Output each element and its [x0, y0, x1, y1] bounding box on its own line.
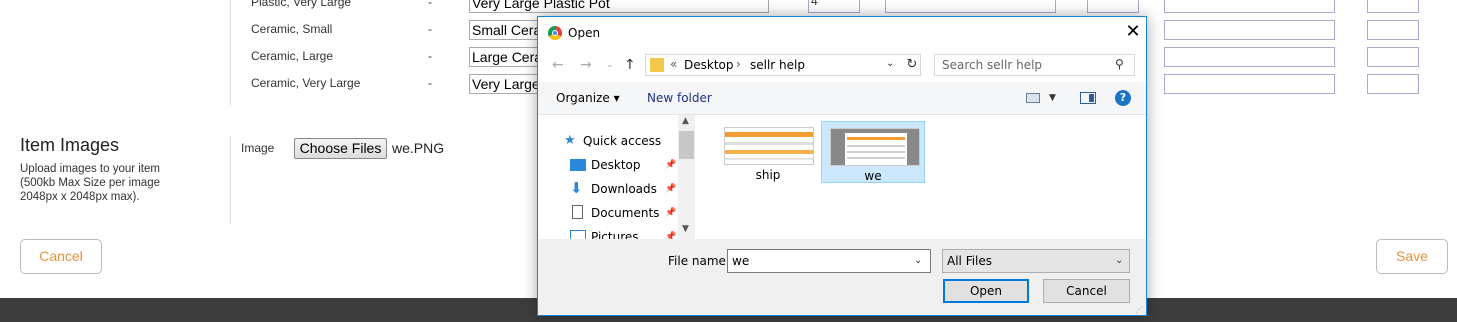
form-divider: [230, 136, 231, 224]
nav-pictures[interactable]: Pictures: [591, 230, 639, 239]
image-label: Image: [241, 141, 275, 155]
nav-desktop[interactable]: Desktop: [591, 158, 641, 172]
address-bar[interactable]: « Desktop › sellr help ⌄: [645, 54, 921, 76]
search-placeholder: Search sellr help: [942, 58, 1043, 72]
close-icon[interactable]: ✕: [1123, 22, 1143, 42]
download-icon: ⬇: [570, 179, 583, 197]
field-input[interactable]: [1367, 20, 1419, 40]
chevron-down-icon[interactable]: ⌄: [914, 255, 922, 266]
up-arrow-icon[interactable]: ↑: [624, 57, 636, 73]
chosen-file-name: we.PNG: [392, 140, 445, 156]
field-input[interactable]: [1164, 47, 1335, 67]
breadcrumb-overflow[interactable]: «: [670, 57, 677, 71]
document-icon: [572, 205, 583, 219]
dialog-footer: File name: we ⌄ All Files ⌄ Open Cancel: [538, 239, 1146, 315]
scroll-up-icon[interactable]: ▲: [682, 116, 689, 126]
view-options-icon[interactable]: [1026, 93, 1040, 103]
field-input[interactable]: [1087, 0, 1139, 13]
field-input[interactable]: [1367, 74, 1419, 94]
help-icon[interactable]: ?: [1115, 90, 1131, 106]
back-arrow-icon[interactable]: ←: [552, 57, 564, 73]
file-thumbnail: [724, 127, 814, 165]
forward-arrow-icon[interactable]: →: [580, 57, 592, 73]
nav-quick-access[interactable]: Quick access: [583, 134, 661, 148]
price-input[interactable]: [885, 0, 1056, 13]
dialog-toolbar: Organize ▾ New folder ▼ ?: [538, 82, 1146, 115]
breadcrumb-desktop[interactable]: Desktop: [684, 58, 734, 72]
recent-chevron-icon[interactable]: ⌄: [606, 60, 614, 70]
qty-input[interactable]: 4: [808, 0, 860, 13]
file-item-selected[interactable]: we: [821, 121, 925, 183]
chevron-down-icon[interactable]: ⌄: [1115, 255, 1123, 266]
field-input[interactable]: [1164, 74, 1335, 94]
file-type-value: All Files: [947, 254, 993, 268]
file-name-value: we: [732, 254, 750, 268]
refresh-icon[interactable]: ↻: [903, 54, 921, 76]
pin-icon[interactable]: 📌: [665, 160, 676, 170]
dialog-title: Open: [568, 26, 601, 40]
save-button[interactable]: Save: [1376, 239, 1448, 274]
form-divider: [230, 0, 231, 105]
choose-files-button[interactable]: Choose Files: [294, 138, 387, 159]
file-name-field-label: File name:: [668, 254, 730, 268]
chevron-down-icon[interactable]: ⌄: [886, 58, 894, 69]
file-item[interactable]: ship: [716, 121, 820, 183]
open-file-dialog: Open ✕ ← → ⌄ ↑ « Desktop › sellr help ⌄ …: [537, 16, 1147, 316]
search-input[interactable]: Search sellr help ⚲: [934, 54, 1135, 76]
star-icon: ★: [564, 133, 576, 148]
scroll-down-icon[interactable]: ▼: [682, 224, 689, 234]
variant-dash: -: [428, 76, 432, 90]
breadcrumb-separator: ›: [736, 57, 741, 71]
search-icon: ⚲: [1115, 57, 1124, 71]
resize-grip-icon[interactable]: ⋰: [1135, 305, 1143, 314]
variant-label: Ceramic, Large: [251, 49, 334, 63]
field-input[interactable]: [1164, 0, 1335, 13]
variant-label: Plastic, Very Large: [251, 0, 352, 9]
view-dropdown-icon[interactable]: ▼: [1049, 93, 1056, 103]
pictures-icon: [570, 230, 586, 239]
preview-pane-icon[interactable]: [1080, 92, 1096, 104]
chrome-icon: [548, 26, 562, 40]
variant-label: Ceramic, Very Large: [251, 76, 361, 90]
dialog-cancel-button[interactable]: Cancel: [1043, 279, 1130, 303]
item-images-description: Upload images to your item (500kb Max Si…: [20, 163, 160, 203]
desktop-icon: [570, 159, 586, 171]
dialog-titlebar[interactable]: Open ✕: [538, 17, 1146, 48]
nav-downloads[interactable]: Downloads: [591, 182, 657, 196]
variant-name-input[interactable]: Very Large Plastic Pot: [469, 0, 769, 13]
field-input[interactable]: [1367, 0, 1419, 13]
variant-dash: -: [428, 49, 432, 63]
file-list: ship we: [696, 115, 1146, 239]
folder-icon: [650, 58, 664, 72]
file-name-input[interactable]: we ⌄: [727, 249, 931, 273]
navigation-bar: ← → ⌄ ↑ « Desktop › sellr help ⌄ ↻ Searc…: [538, 48, 1146, 82]
nav-scrollbar[interactable]: ▲ ▼: [678, 115, 695, 239]
file-name-label: ship: [755, 168, 781, 182]
item-images-title: Item Images: [20, 135, 120, 155]
organize-menu[interactable]: Organize ▾: [556, 91, 620, 105]
cancel-button[interactable]: Cancel: [20, 239, 102, 274]
scroll-thumb[interactable]: [679, 131, 694, 159]
file-name-label: we: [864, 169, 882, 183]
file-thumbnail: [830, 128, 920, 166]
pin-icon[interactable]: 📌: [665, 232, 676, 239]
file-type-select[interactable]: All Files ⌄: [942, 249, 1130, 273]
variant-dash: -: [428, 0, 432, 9]
field-input[interactable]: [1367, 47, 1419, 67]
field-input[interactable]: [1164, 20, 1335, 40]
pin-icon[interactable]: 📌: [665, 208, 676, 218]
new-folder-button[interactable]: New folder: [647, 91, 712, 105]
variant-dash: -: [428, 22, 432, 36]
open-button[interactable]: Open: [943, 279, 1029, 303]
nav-documents[interactable]: Documents: [591, 206, 659, 220]
navigation-pane: ★ Quick access Desktop 📌 ⬇ Downloads 📌 D…: [538, 115, 695, 239]
variant-label: Ceramic, Small: [251, 22, 333, 36]
breadcrumb-folder[interactable]: sellr help: [750, 58, 805, 72]
pin-icon[interactable]: 📌: [665, 184, 676, 194]
